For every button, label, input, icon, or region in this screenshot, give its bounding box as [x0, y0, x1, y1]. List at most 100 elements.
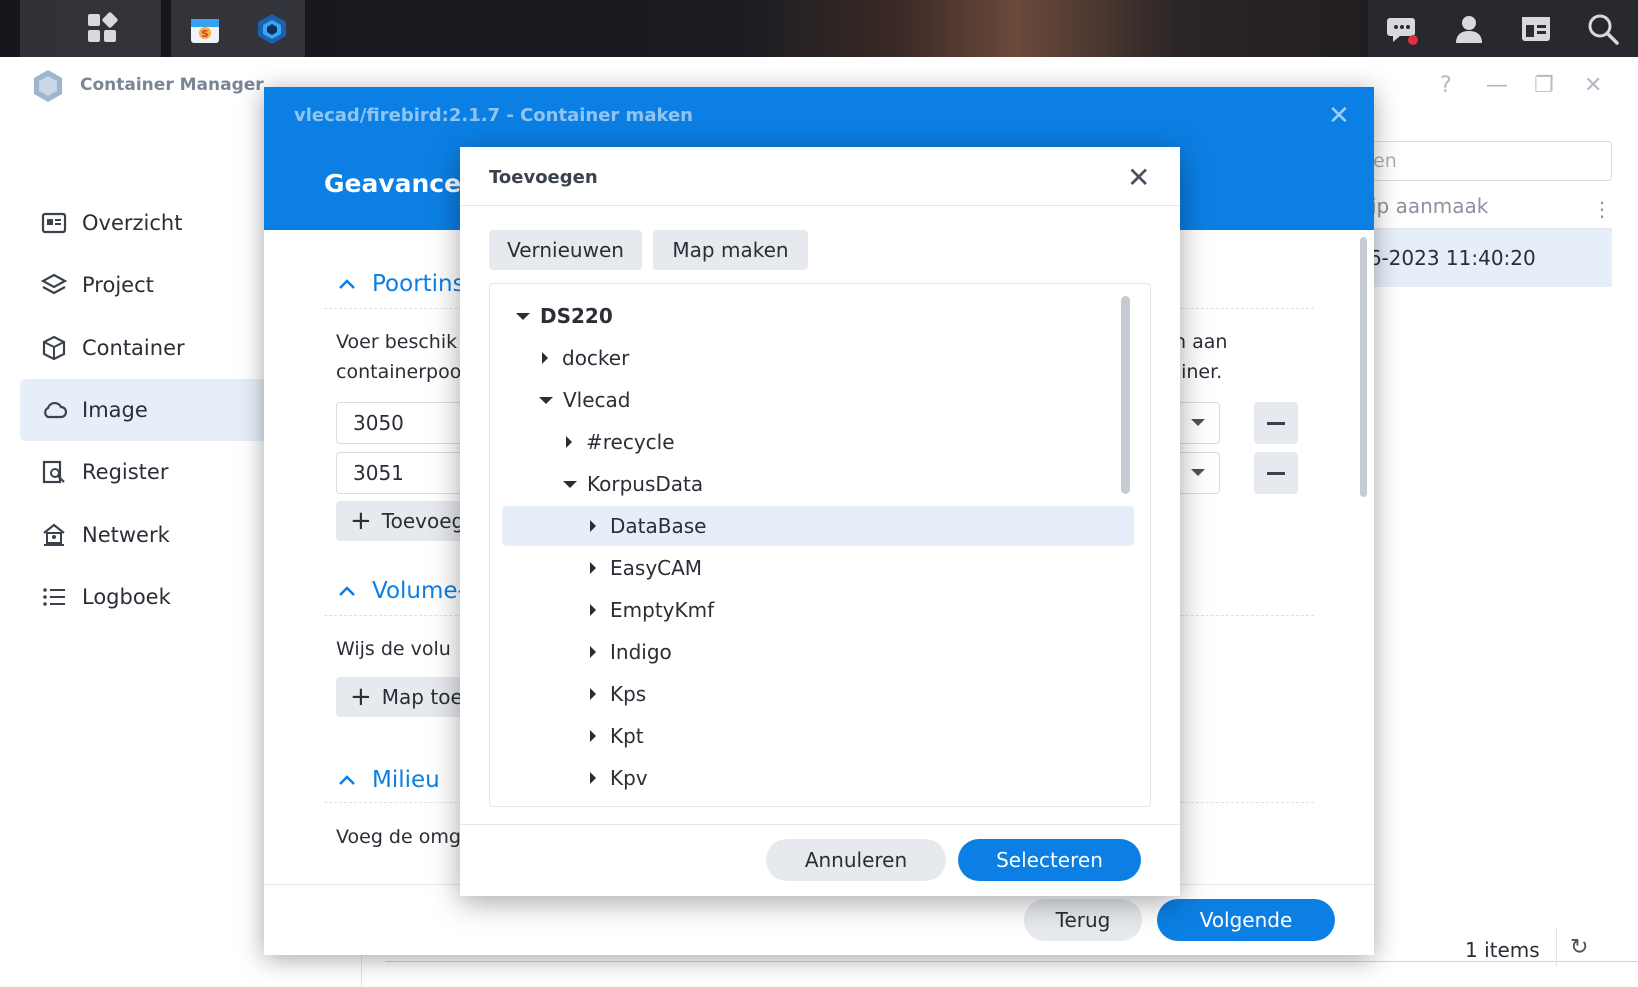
sidebar-item-project[interactable]: Project [20, 254, 270, 316]
help-icon[interactable]: ? [1440, 73, 1452, 98]
select-button[interactable]: Selecteren [958, 839, 1141, 881]
section-port-settings[interactable]: Poortins [338, 271, 465, 297]
remove-port-button[interactable] [1254, 452, 1298, 494]
tree-node-recycle[interactable]: #recycle [566, 422, 675, 462]
tree-node-kpv[interactable]: Kpv [590, 758, 648, 798]
local-port-input[interactable]: 3051 [336, 452, 476, 494]
refresh-button[interactable]: Vernieuwen [489, 230, 642, 270]
sidebar-item-label: Image [82, 398, 148, 422]
sidebar-item-label: Project [82, 273, 154, 297]
sidebar-item-overzicht[interactable]: Overzicht [20, 192, 270, 254]
sidebar-item-register[interactable]: Register [20, 441, 270, 503]
package-center-button[interactable]: S [171, 0, 238, 57]
widgets-button[interactable] [1502, 0, 1569, 57]
footer-separator [1556, 927, 1557, 967]
package-center-icon: S [190, 18, 219, 43]
app-title: Container Manager [80, 75, 264, 95]
tree-node-korpusdata[interactable]: KorpusData [563, 464, 703, 504]
caret-down-icon [539, 396, 553, 404]
remove-port-button[interactable] [1254, 402, 1298, 444]
port-description-left: Voer beschik containerpoo [336, 331, 462, 383]
tree-node-ds220[interactable]: DS220 [516, 296, 613, 336]
notifications-button[interactable] [1368, 0, 1435, 57]
chat-bubble-icon [1386, 17, 1418, 45]
dialog-close-icon[interactable]: ✕ [1127, 161, 1150, 194]
tree-node-vlecad[interactable]: Vlecad [539, 380, 631, 420]
taskbar: S [0, 0, 1638, 57]
tree-node-database[interactable]: DataBase [502, 506, 1134, 546]
plus-icon: + [350, 682, 372, 712]
main-menu-button[interactable] [65, 0, 141, 57]
list-icon [40, 583, 68, 611]
wizard-title: vlecad/firebird:2.1.7 - Container maken [294, 105, 693, 126]
user-icon [1455, 15, 1482, 43]
refresh-icon[interactable]: ↻ [1570, 935, 1588, 960]
section-environment[interactable]: Milieu [338, 767, 440, 793]
environment-description: Voeg de omg [336, 826, 461, 848]
section-title: Poortins [372, 271, 465, 297]
sidebar-item-label: Netwerk [82, 523, 170, 547]
chevron-down-icon [1191, 419, 1205, 426]
minimize-icon[interactable]: — [1486, 73, 1508, 98]
tree-scrollbar[interactable] [1121, 296, 1130, 494]
cloud-icon [40, 396, 68, 424]
sidebar-item-label: Logboek [82, 585, 171, 609]
caret-down-icon [563, 480, 577, 488]
search-button[interactable] [1569, 0, 1636, 57]
user-button[interactable] [1435, 0, 1502, 57]
local-port-input[interactable]: 3050 [336, 402, 476, 444]
dialog-header-divider [460, 205, 1180, 206]
maximize-icon[interactable]: ❐ [1534, 73, 1554, 98]
network-icon [40, 521, 68, 549]
cube-icon [40, 334, 68, 362]
sidebar-item-image[interactable]: Image [20, 379, 270, 441]
tree-node-kpt[interactable]: Kpt [590, 716, 644, 756]
tree-node-emptykmf[interactable]: EmptyKmf [590, 590, 714, 630]
column-menu-icon[interactable]: ⋮ [1592, 197, 1612, 221]
tree-node-indigo[interactable]: Indigo [590, 632, 672, 672]
caret-right-icon [590, 730, 596, 742]
create-folder-button[interactable]: Map maken [653, 230, 808, 270]
taskbar-apps: S [171, 0, 305, 57]
section-title: Milieu [372, 767, 440, 793]
caret-down-icon [516, 312, 530, 320]
sidebar-item-netwerk[interactable]: Netwerk [20, 504, 270, 566]
sidebar-item-logboek[interactable]: Logboek [20, 566, 270, 628]
tree-node-easycam[interactable]: EasyCAM [590, 548, 702, 588]
tree-node-kps[interactable]: Kps [590, 674, 646, 714]
layers-icon [40, 271, 68, 299]
minus-icon [1267, 421, 1285, 425]
overview-icon [40, 209, 68, 237]
chevron-up-icon [339, 586, 355, 596]
add-folder-dialog: Toevoegen ✕ Vernieuwen Map maken DS220 d… [460, 147, 1180, 896]
chevron-up-icon [339, 775, 355, 785]
section-volume-settings[interactable]: Volume- [338, 578, 466, 604]
widgets-icon [1521, 16, 1550, 41]
wizard-scrollbar[interactable] [1360, 237, 1367, 497]
items-count: 1 items [1465, 938, 1540, 962]
caret-right-icon [590, 520, 596, 532]
back-button[interactable]: Terug [1024, 899, 1142, 941]
caret-right-icon [590, 646, 596, 658]
folder-tree: DS220 docker Vlecad #recycle KorpusData … [489, 283, 1151, 807]
search-icon [1588, 14, 1619, 45]
wizard-close-icon[interactable]: ✕ [1328, 101, 1350, 131]
caret-right-icon [590, 772, 596, 784]
caret-right-icon [590, 604, 596, 616]
sidebar-item-label: Overzicht [82, 211, 183, 235]
close-icon[interactable]: ✕ [1584, 73, 1602, 98]
taskbar-group-left [20, 0, 161, 57]
cancel-button[interactable]: Annuleren [766, 839, 946, 881]
taskbar-right [1368, 0, 1638, 57]
wizard-step-heading: Geavancee [324, 169, 479, 198]
caret-right-icon [542, 352, 548, 364]
minus-icon [1267, 471, 1285, 475]
grid-icon [88, 11, 119, 44]
chevron-up-icon [339, 279, 355, 289]
sidebar-item-container[interactable]: Container [20, 317, 270, 379]
section-title: Volume- [372, 578, 466, 604]
tree-node-docker[interactable]: docker [542, 338, 629, 378]
container-manager-taskbar-button[interactable] [238, 0, 305, 57]
next-button[interactable]: Volgende [1157, 899, 1335, 941]
caret-right-icon [566, 436, 572, 448]
